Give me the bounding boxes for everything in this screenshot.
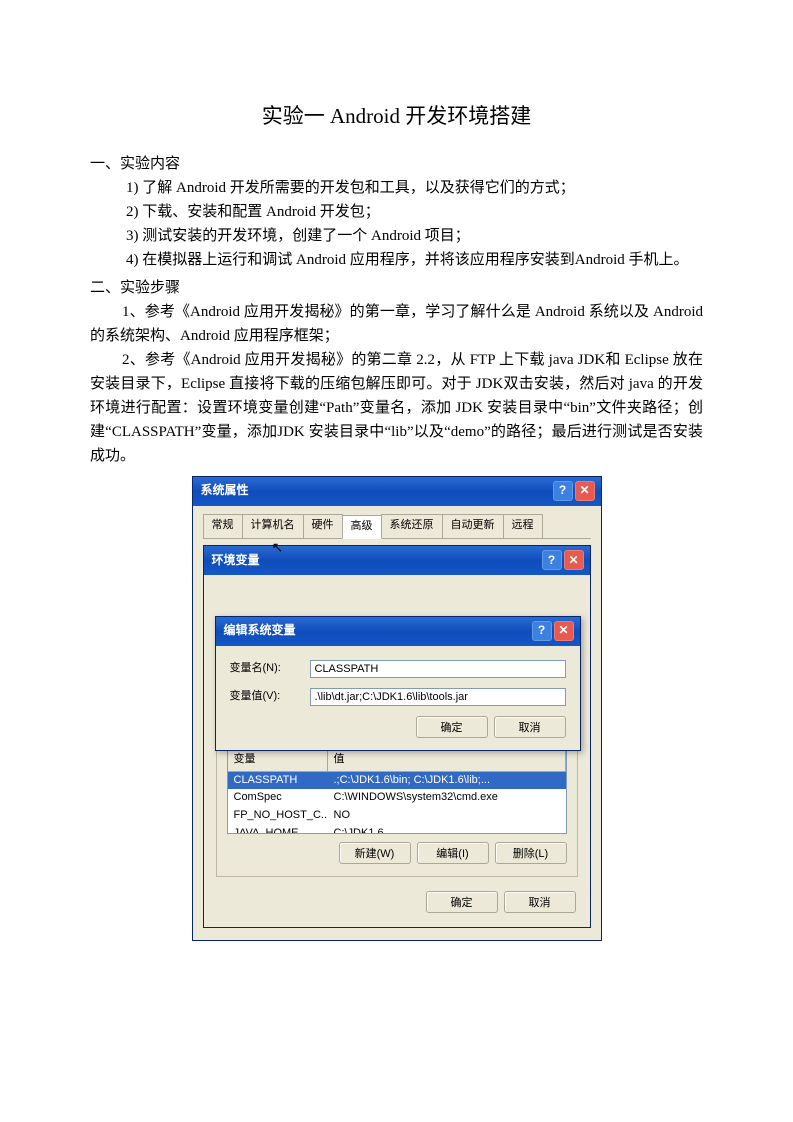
- table-row[interactable]: JAVA_HOMEC:\JDK1.6: [228, 825, 566, 835]
- new-button[interactable]: 新建(W): [339, 842, 411, 864]
- table-row[interactable]: ComSpecC:\WINDOWS\system32\cmd.exe: [228, 789, 566, 807]
- edit-system-variable-dialog: 编辑系统变量 ? ✕ 变量名(N): 变量值(V):: [215, 616, 581, 751]
- variable-value-label: 变量值(V):: [230, 688, 310, 706]
- paragraph: 1、参考《Android 应用开发揭秘》的第一章，学习了解什么是 Android…: [90, 300, 703, 348]
- tab-advanced[interactable]: 高级: [342, 515, 382, 540]
- tab-general[interactable]: 常规: [203, 514, 243, 539]
- help-button[interactable]: ?: [553, 481, 573, 501]
- window-title: 系统属性: [201, 481, 249, 500]
- edit-button[interactable]: 编辑(I): [417, 842, 489, 864]
- tab-computer-name[interactable]: 计算机名: [242, 514, 304, 539]
- help-button[interactable]: ?: [542, 550, 562, 570]
- ok-button[interactable]: 确定: [426, 891, 498, 913]
- window-title: 环境变量: [212, 551, 260, 570]
- variable-value-input[interactable]: [310, 688, 566, 706]
- list-item: 4) 在模拟器上运行和调试 Android 应用程序，并将该应用程序安装到And…: [90, 248, 703, 272]
- ok-button[interactable]: 确定: [416, 716, 488, 738]
- section-1-heading: 一、实验内容: [90, 152, 703, 176]
- titlebar[interactable]: 环境变量 ? ✕: [204, 546, 590, 575]
- col-variable[interactable]: 变量: [228, 749, 328, 771]
- close-button[interactable]: ✕: [564, 550, 584, 570]
- system-variables-list[interactable]: 变量 值 CLASSPATH.;C:\JDK1.6\bin; C:\JDK1.6…: [227, 748, 567, 834]
- close-button[interactable]: ✕: [554, 621, 574, 641]
- tab-system-restore[interactable]: 系统还原: [381, 514, 443, 539]
- variable-name-label: 变量名(N):: [230, 660, 310, 678]
- close-button[interactable]: ✕: [575, 481, 595, 501]
- system-properties-window: 系统属性 ? ✕ 常规 计算机名 硬件 高级 系统还原 自动更新 远程 环境变量: [192, 476, 602, 942]
- table-row[interactable]: CLASSPATH.;C:\JDK1.6\bin; C:\JDK1.6\lib;…: [228, 772, 566, 790]
- variable-name-input[interactable]: [310, 660, 566, 678]
- page-title: 实验一 Android 开发环境搭建: [90, 100, 703, 134]
- section-2-heading: 二、实验步骤: [90, 276, 703, 300]
- paragraph: 2、参考《Android 应用开发揭秘》的第二章 2.2，从 FTP 上下载 j…: [90, 348, 703, 468]
- col-value[interactable]: 值: [328, 749, 566, 771]
- cancel-button[interactable]: 取消: [504, 891, 576, 913]
- delete-button[interactable]: 删除(L): [495, 842, 567, 864]
- table-row[interactable]: FP_NO_HOST_C...NO: [228, 807, 566, 825]
- titlebar[interactable]: 系统属性 ? ✕: [193, 477, 601, 506]
- tab-auto-update[interactable]: 自动更新: [442, 514, 504, 539]
- cursor-icon: ↖: [272, 536, 284, 558]
- tabs: 常规 计算机名 硬件 高级 系统还原 自动更新 远程: [203, 514, 591, 540]
- list-item: 2) 下载、安装和配置 Android 开发包；: [90, 200, 703, 224]
- window-title: 编辑系统变量: [224, 621, 296, 640]
- system-variables-group: 系统变量(S) 变量 值 CLASSPATH.;C:\JDK1.6\bin; C…: [216, 737, 578, 877]
- help-button[interactable]: ?: [532, 621, 552, 641]
- list-item: 1) 了解 Android 开发所需要的开发包和工具，以及获得它们的方式；: [90, 176, 703, 200]
- titlebar[interactable]: 编辑系统变量 ? ✕: [216, 617, 580, 646]
- tab-hardware[interactable]: 硬件: [303, 514, 343, 539]
- list-item: 3) 测试安装的开发环境，创建了一个 Android 项目；: [90, 224, 703, 248]
- cancel-button[interactable]: 取消: [494, 716, 566, 738]
- tab-remote[interactable]: 远程: [503, 514, 543, 539]
